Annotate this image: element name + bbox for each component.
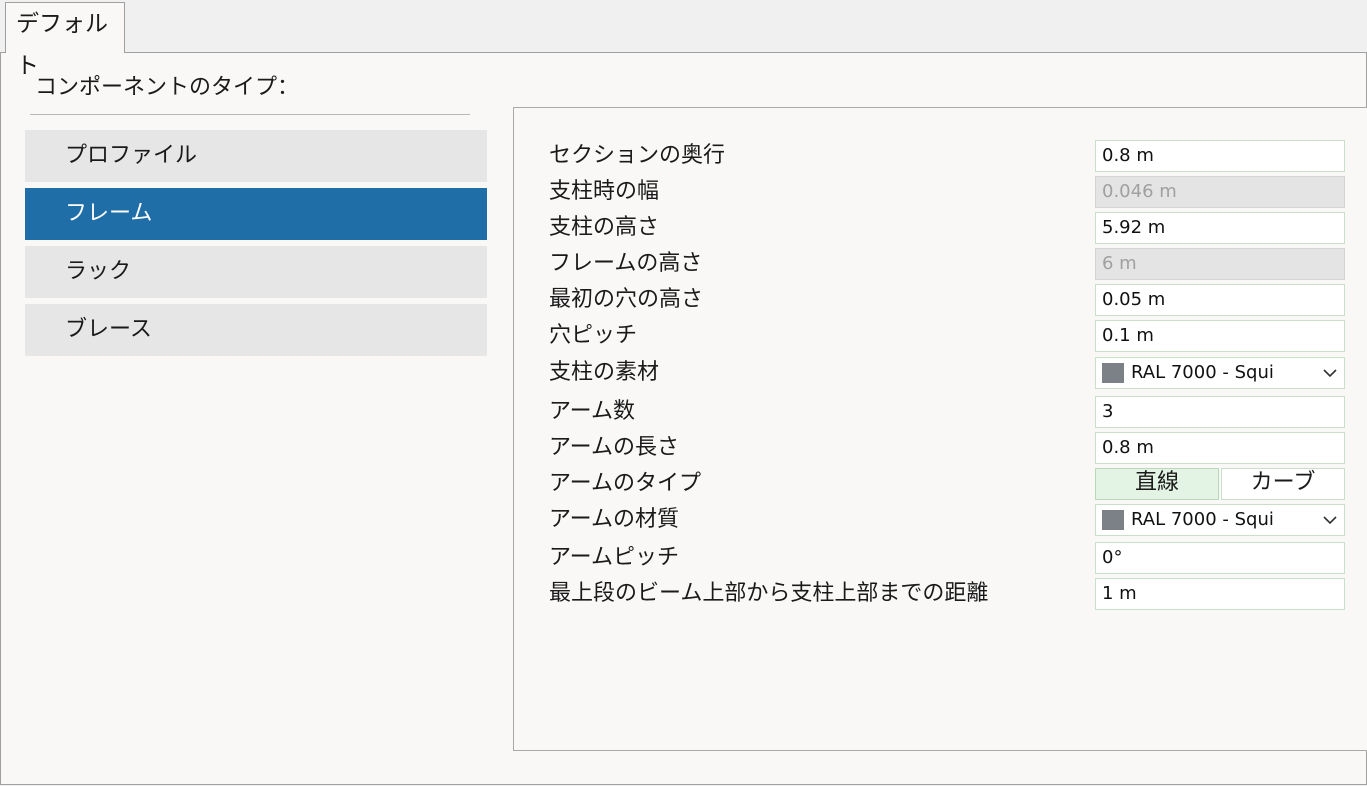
nav-item-frame[interactable]: フレーム	[25, 188, 487, 240]
arm-pitch-input[interactable]: 0°	[1095, 542, 1345, 574]
top-beam-distance-input[interactable]: 1 m	[1095, 578, 1345, 610]
section-depth-label: セクションの奥行	[549, 143, 726, 168]
hole-pitch-input[interactable]: 0.1 m	[1095, 320, 1345, 352]
arm-material-select[interactable]: RAL 7000 - Squi	[1095, 504, 1345, 536]
arm-type-curve-button[interactable]: カーブ	[1221, 468, 1345, 500]
nav-item-brace[interactable]: ブレース	[25, 304, 487, 356]
hole-pitch-label: 穴ピッチ	[549, 323, 638, 348]
post-height-input[interactable]: 5.92 m	[1095, 212, 1345, 244]
post-width-label: 支柱時の幅	[549, 179, 660, 204]
nav-item-rack[interactable]: ラック	[25, 246, 487, 298]
arm-pitch-label: アームピッチ	[549, 545, 680, 570]
post-material-select[interactable]: RAL 7000 - Squi	[1095, 357, 1345, 389]
arm-type-label: アームのタイプ	[549, 471, 702, 496]
arm-count-label: アーム数	[549, 399, 636, 424]
nav-item-profile[interactable]: プロファイル	[25, 130, 487, 182]
arm-count-input[interactable]: 3	[1095, 396, 1345, 428]
section-depth-input[interactable]: 0.8 m	[1095, 140, 1345, 172]
component-type-label: コンポーネントのタイプ：	[35, 75, 300, 100]
tab-default[interactable]: デフォルト	[5, 2, 125, 79]
arm-type-toggle: 直線 カーブ	[1095, 468, 1345, 500]
arm-material-label: アームの材質	[549, 507, 680, 532]
first-hole-height-label: 最初の穴の高さ	[549, 287, 704, 312]
frame-height-label: フレームの高さ	[549, 251, 703, 276]
component-type-divider	[30, 114, 470, 115]
chevron-down-icon[interactable]	[1316, 505, 1344, 535]
arm-material-value: RAL 7000 - Squi	[1131, 509, 1274, 530]
arm-type-straight-button[interactable]: 直線	[1095, 468, 1219, 500]
post-material-value: RAL 7000 - Squi	[1131, 362, 1274, 383]
chevron-down-icon[interactable]	[1316, 358, 1344, 388]
post-height-label: 支柱の高さ	[549, 215, 660, 240]
frame-height-input: 6 m	[1095, 248, 1345, 280]
color-swatch-icon	[1102, 363, 1124, 383]
post-width-input: 0.046 m	[1095, 176, 1345, 208]
arm-length-label: アームの長さ	[549, 435, 680, 460]
arm-length-input[interactable]: 0.8 m	[1095, 432, 1345, 464]
post-material-label: 支柱の素材	[549, 360, 660, 385]
top-beam-distance-label: 最上段のビーム上部から支柱上部までの距離	[549, 581, 989, 606]
color-swatch-icon	[1102, 510, 1124, 530]
first-hole-height-input[interactable]: 0.05 m	[1095, 284, 1345, 316]
